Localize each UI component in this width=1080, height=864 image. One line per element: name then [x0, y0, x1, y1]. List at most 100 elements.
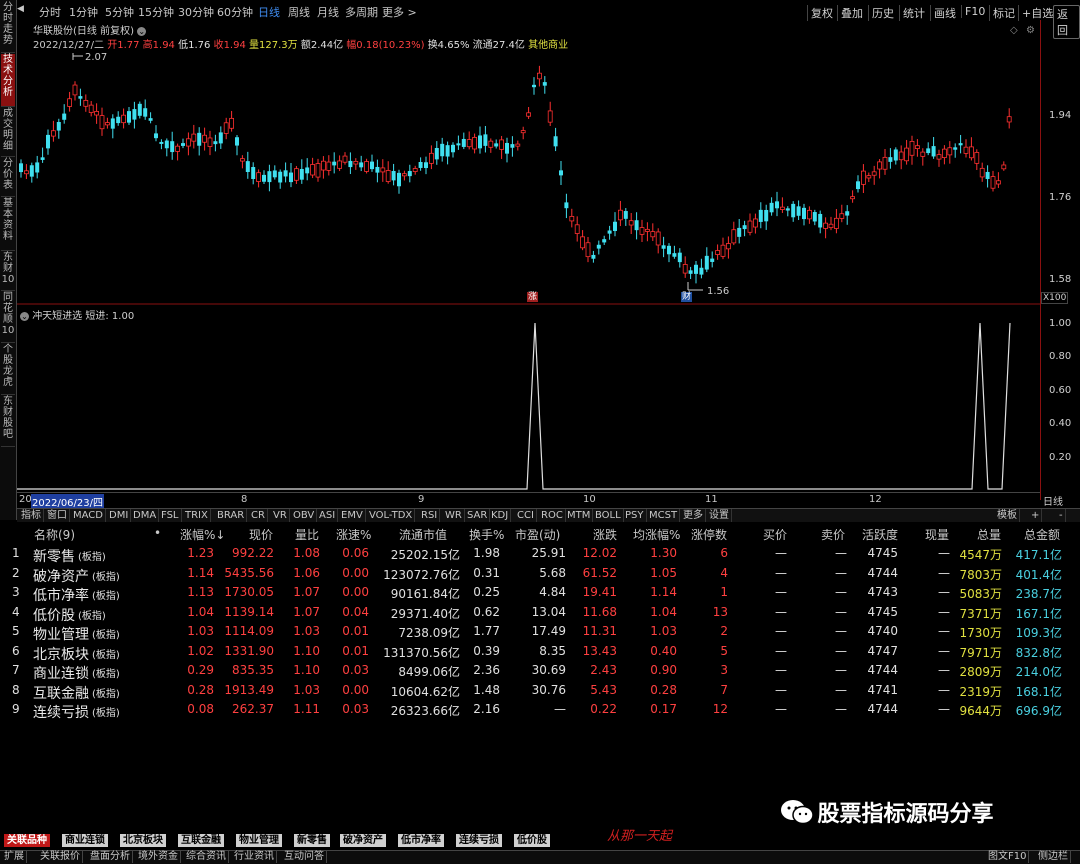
header-curvol[interactable]: 现量 [925, 526, 949, 543]
table-row[interactable]: 2 破净资产 (板指) 1.14 5435.56 1.06 0.00 123072.76亿 0.… [0, 564, 1080, 585]
indicator-tab-11[interactable]: ASI [317, 509, 339, 522]
period-multi[interactable]: 多周期 [345, 4, 378, 20]
indicator-tab-2[interactable]: MACD [71, 509, 106, 522]
period-daily[interactable]: 日线 [258, 4, 280, 20]
period-1min[interactable]: 1分钟 [69, 4, 98, 20]
period-fenshi[interactable]: 分时 [39, 4, 61, 20]
indicator-tab-3[interactable]: DMI [107, 509, 132, 522]
tab-basic-info[interactable]: 基本资料 [1, 198, 15, 251]
header-limitups[interactable]: 涨停数 [691, 526, 727, 543]
indicator-tab-12[interactable]: EMV [339, 509, 366, 522]
status-item-5[interactable]: 行业资讯 [232, 851, 277, 863]
sector-tab-5[interactable]: 新零售 [294, 834, 330, 847]
tab-ths10[interactable]: 同花顺10 [1, 292, 15, 343]
sector-tab-8[interactable]: 连续亏损 [456, 834, 502, 847]
indicator-tab-13[interactable]: VOL-TDX [367, 509, 416, 522]
tab-dragon-tiger[interactable]: 个股龙虎 [1, 344, 15, 395]
period-5min[interactable]: 5分钟 [105, 4, 134, 20]
indicator-tab-22[interactable]: PSY [623, 509, 647, 522]
mark-button[interactable]: 标记 [989, 5, 1018, 21]
header-turnover[interactable]: 换手% [469, 526, 504, 543]
header-price[interactable]: 现价 [249, 526, 273, 543]
table-row[interactable]: 4 低价股 (板指) 1.04 1139.14 1.07 0.04 29371.40亿 0.62… [0, 603, 1080, 624]
tab-price-table[interactable]: 分价表 [1, 158, 15, 197]
sector-tab-9[interactable]: 低价股 [514, 834, 550, 847]
indicator-tab-10[interactable]: OBV [291, 509, 318, 522]
indicator-tab-17[interactable]: KDJ [489, 509, 512, 522]
indicator-tab-21[interactable]: BOLL [593, 509, 624, 522]
period-60min[interactable]: 60分钟 [217, 4, 253, 20]
header-name[interactable]: 名称(9) [34, 526, 75, 543]
candlestick-chart[interactable]: 2.07 1.56 [17, 20, 1040, 305]
indicator-tab-9[interactable]: VR [271, 509, 290, 522]
indicator-tab-5[interactable]: FSL [159, 509, 182, 522]
period-more[interactable]: 更多 > [382, 4, 417, 20]
indicator-tab-23[interactable]: MCST [647, 509, 681, 522]
status-item-1[interactable]: 关联报价 [38, 851, 83, 863]
tab-technical[interactable]: 技术分析 [1, 54, 15, 107]
header-amount[interactable]: 总金额 [1024, 526, 1060, 543]
indicator-tab-24[interactable]: 更多 [681, 509, 706, 522]
header-pe[interactable]: 市盈(动) [515, 526, 560, 543]
status-item-4[interactable]: 综合资讯 [184, 851, 229, 863]
indicator-tab-6[interactable]: TRIX [183, 509, 211, 522]
header-ask[interactable]: 卖价 [821, 526, 845, 543]
tab-dongcai10[interactable]: 东财10 [1, 252, 15, 291]
overlay-button[interactable]: 叠加 [837, 5, 866, 21]
indicator-tab-19[interactable]: ROC [539, 509, 566, 522]
table-row[interactable]: 7 商业连锁 (板指) 0.29 835.35 1.10 0.03 8499.06亿 2.36 3… [0, 661, 1080, 682]
toolbar-collapse-icon[interactable]: ◀ [17, 4, 24, 14]
sector-tab-6[interactable]: 破净资产 [340, 834, 386, 847]
history-button[interactable]: 历史 [868, 5, 897, 21]
add-favorite-button[interactable]: +自选 [1018, 5, 1056, 21]
stats-button[interactable]: 统计 [899, 5, 928, 21]
indicator-tab-18[interactable]: CCI [515, 509, 537, 522]
draw-button[interactable]: 画线 [930, 5, 959, 21]
header-bid[interactable]: 买价 [763, 526, 787, 543]
cai-badge[interactable]: 财 [681, 292, 693, 302]
indicator-tab-1[interactable]: 窗口 [45, 509, 70, 522]
zoom-badge[interactable]: X100 [1041, 292, 1069, 304]
table-row[interactable]: 6 北京板块 (板指) 1.02 1331.90 1.10 0.01 131370.56亿 0.… [0, 642, 1080, 663]
status-right-1[interactable]: 侧边栏 [1036, 851, 1071, 863]
table-row[interactable]: 3 低市净率 (板指) 1.13 1730.05 1.07 0.00 90161.84亿 0.2… [0, 583, 1080, 604]
header-avgchg[interactable]: 均涨幅% [633, 526, 680, 543]
table-row[interactable]: 1 新零售 (板指) 1.23 992.22 1.08 0.06 25202.15亿 1.98 2… [0, 544, 1080, 565]
fuquan-button[interactable]: 复权 [807, 5, 836, 21]
period-30min[interactable]: 30分钟 [178, 4, 214, 20]
sector-tab-3[interactable]: 互联金融 [178, 834, 224, 847]
header-totalvol[interactable]: 总量 [977, 526, 1001, 543]
indicator-tab-14[interactable]: RSI [419, 509, 441, 522]
sector-tab-4[interactable]: 物业管理 [236, 834, 282, 847]
indicator-right-2[interactable]: - [1057, 509, 1066, 522]
status-right-0[interactable]: 图文F10 [986, 851, 1030, 863]
indicator-tab-4[interactable]: DMA [131, 509, 160, 522]
sector-tab-0[interactable]: 关联品种 [4, 834, 50, 847]
sector-tab-2[interactable]: 北京板块 [120, 834, 166, 847]
indicator-tab-16[interactable]: SAR [465, 509, 491, 522]
indicator-tab-0[interactable]: 指标 [19, 509, 44, 522]
tab-guba[interactable]: 东财股吧 [1, 396, 15, 447]
header-dot[interactable]: • [154, 526, 161, 540]
period-weekly[interactable]: 周线 [288, 4, 310, 20]
header-volratio[interactable]: 量比 [295, 526, 319, 543]
table-row[interactable]: 9 连续亏损 (板指) 0.08 262.37 1.11 0.03 26323.66亿 2.16… [0, 700, 1080, 721]
indicator-chart[interactable] [17, 320, 1040, 492]
header-activity[interactable]: 活跃度 [862, 526, 898, 543]
status-item-0[interactable]: 扩展 [2, 851, 27, 863]
status-item-2[interactable]: 盘面分析 [88, 851, 133, 863]
indicator-tab-7[interactable]: BRAR [215, 509, 248, 522]
f10-button[interactable]: F10 [961, 5, 988, 18]
indicator-tab-25[interactable]: 设置 [707, 509, 732, 522]
zhang-badge[interactable]: 涨 [527, 292, 539, 302]
table-row[interactable]: 8 互联金融 (板指) 0.28 1913.49 1.03 0.00 10604.62亿 1.4… [0, 681, 1080, 702]
sector-tab-1[interactable]: 商业连锁 [62, 834, 108, 847]
header-chg[interactable]: 涨幅%↓ [180, 526, 225, 543]
tab-fenshi[interactable]: 分时走势 [1, 2, 15, 53]
status-item-6[interactable]: 互动问答 [282, 851, 327, 863]
header-diff[interactable]: 涨跌 [593, 526, 617, 543]
header-mcap[interactable]: 流通市值 [399, 526, 447, 543]
tab-trades[interactable]: 成交明细 [1, 108, 15, 157]
indicator-tab-8[interactable]: CR [249, 509, 268, 522]
indicator-right-1[interactable]: + [1029, 509, 1043, 522]
